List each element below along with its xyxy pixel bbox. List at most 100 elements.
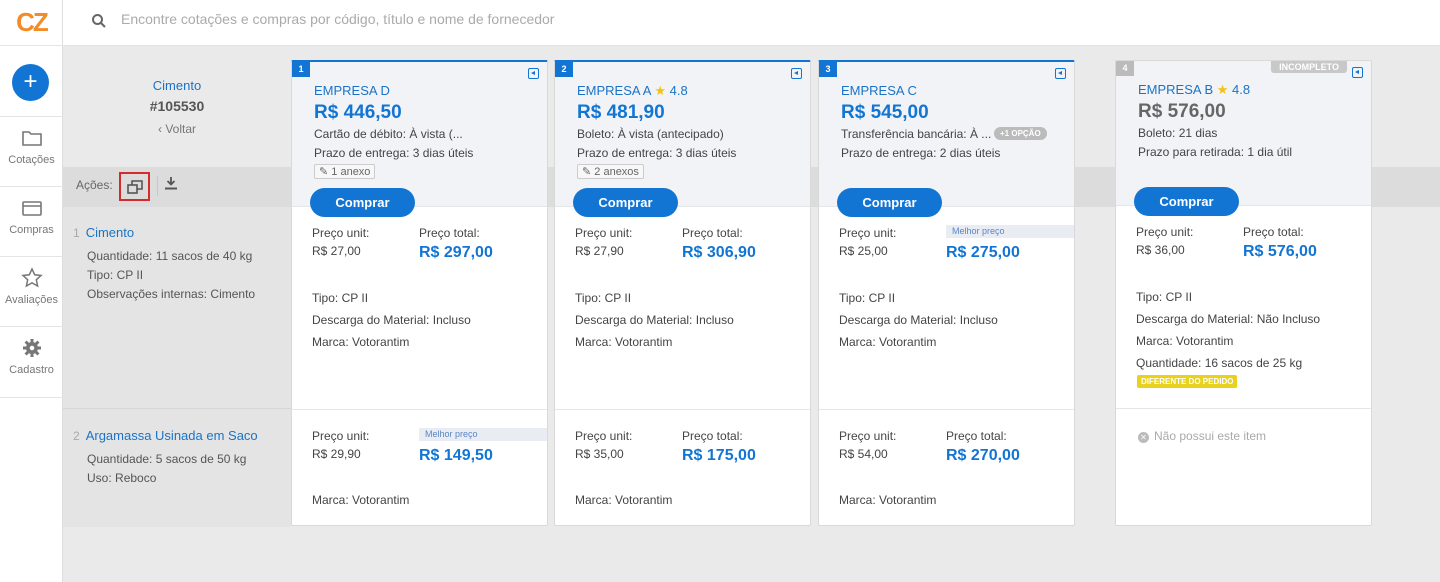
tipo-label: Tipo: [839, 291, 866, 305]
payment-terms: Boleto: À vista (antecipado) [577, 127, 724, 141]
nav-label: Compras [9, 224, 54, 236]
missing-item: ✕ Não possui este item [1138, 429, 1266, 443]
search-input[interactable] [121, 11, 821, 27]
detail-value: Reboco [115, 471, 157, 485]
unit-label: Preço unit: [839, 226, 897, 240]
copy-button[interactable] [119, 172, 150, 201]
tipo-label: Tipo: [312, 291, 339, 305]
marca-label: Marca: [575, 335, 612, 349]
supplier-name[interactable]: EMPRESA C [841, 83, 917, 98]
back-link[interactable]: ‹ Voltar [63, 122, 291, 136]
descarga-label: Descarga do Material: [1136, 312, 1254, 326]
item-title[interactable]: Cimento [86, 225, 134, 240]
topbar [63, 0, 1440, 46]
copy-icon [126, 179, 143, 194]
download-icon[interactable] [164, 176, 178, 190]
detail-key: Tipo: [87, 268, 114, 282]
card-badge: 3 [819, 62, 837, 77]
collapse-icon[interactable] [791, 68, 802, 79]
item-title[interactable]: Argamassa Usinada em Saco [86, 428, 258, 443]
marca-value: Votorantim [352, 493, 410, 507]
delivery-terms: Prazo de entrega: 3 dias úteis [577, 146, 737, 160]
total-label: Preço total: [682, 429, 743, 443]
delivery-terms: Prazo de entrega: 2 dias úteis [841, 146, 1001, 160]
sidebar: CZ + Cotações Compras Avaliações Cadastr… [0, 0, 63, 582]
nav-label: Cotações [8, 154, 55, 166]
nav-compras[interactable]: Compras [0, 186, 63, 256]
detail-value: 11 sacos de 40 kg [155, 249, 253, 263]
attachment-chip[interactable]: ✎ 1 anexo [314, 164, 376, 179]
tipo-value: CP II [868, 291, 896, 305]
descarga-label: Descarga do Material: [839, 313, 957, 327]
collapse-icon[interactable] [1055, 68, 1066, 79]
total-label: Preço total: [1243, 225, 1304, 239]
nav-cadastro[interactable]: Cadastro [0, 326, 63, 398]
item-argamassa: 2 Argamassa Usinada em Saco Quantidade: 5… [73, 426, 258, 488]
attachment-label: 1 anexo [331, 166, 371, 178]
nav-cotacoes[interactable]: Cotações [0, 116, 63, 186]
marca-value: Votorantim [879, 335, 937, 349]
total-price: R$ 275,00 [946, 244, 1020, 261]
marca-label: Marca: [839, 335, 876, 349]
best-price-tag: Melhor preço [946, 225, 1074, 238]
card-header: 4 INCOMPLETO EMPRESA B ★ 4.8 R$ 576,00 B… [1116, 61, 1371, 216]
star-icon: ★ [1216, 82, 1229, 97]
nav-label: Cadastro [9, 364, 54, 376]
supplier-card: 2 EMPRESA A ★ 4.8 R$ 481,90 Boleto: À vi… [554, 60, 811, 526]
collapse-icon[interactable] [1352, 67, 1363, 78]
marca-value: Votorantim [615, 493, 673, 507]
supplier-card: 1 EMPRESA D R$ 446,50 Cartão de débito: … [291, 60, 548, 526]
star-icon: ★ [654, 83, 666, 98]
more-options-badge[interactable]: +1 OPÇÃO [994, 127, 1047, 140]
unit-label: Preço unit: [575, 429, 633, 443]
buy-button[interactable]: Comprar [310, 188, 415, 217]
supplier-name[interactable]: EMPRESA A [577, 83, 651, 98]
payment-terms: Cartão de débito: À vista (... [314, 127, 463, 141]
attachment-chip[interactable]: ✎ 2 anexos [577, 164, 644, 179]
card-header: 3 EMPRESA C R$ 545,00 Transferência banc… [819, 62, 1074, 217]
marca-value: Votorantim [352, 335, 410, 349]
new-button[interactable]: + [12, 64, 49, 101]
unit-label: Preço unit: [1136, 225, 1194, 239]
unit-label: Preço unit: [575, 226, 633, 240]
supplier-name[interactable]: EMPRESA B [1138, 82, 1213, 97]
payment-terms: Boleto: 21 dias [1138, 126, 1218, 140]
total-price: R$ 576,00 [1243, 243, 1317, 260]
collapse-icon[interactable] [528, 68, 539, 79]
nav-avaliacoes[interactable]: Avaliações [0, 256, 63, 326]
card-price: R$ 481,90 [577, 102, 665, 123]
logo[interactable]: CZ [0, 0, 63, 46]
tipo-value: CP II [604, 291, 632, 305]
card-price: R$ 446,50 [314, 102, 402, 123]
supplier-name[interactable]: EMPRESA D [314, 83, 390, 98]
detail-value: CP II [116, 268, 144, 282]
unit-label: Preço unit: [839, 429, 897, 443]
buy-button[interactable]: Comprar [1134, 187, 1239, 216]
nav-label: Avaliações [5, 294, 58, 306]
card-price: R$ 545,00 [841, 102, 929, 123]
star-icon [20, 267, 43, 288]
unit-price: R$ 29,90 [312, 447, 361, 461]
descarga-label: Descarga do Material: [312, 313, 430, 327]
unit-label: Preço unit: [312, 226, 370, 240]
quote-header: Cimento #105530 ‹ Voltar [63, 78, 291, 136]
delivery-terms: Prazo de entrega: 3 dias úteis [314, 146, 474, 160]
marca-label: Marca: [312, 493, 349, 507]
missing-item-label: Não possui este item [1154, 429, 1267, 443]
marca-value: Votorantim [879, 493, 937, 507]
buy-button[interactable]: Comprar [573, 188, 678, 217]
paperclip-icon: ✎ [319, 166, 329, 178]
marca-value: Votorantim [1176, 334, 1234, 348]
buy-button[interactable]: Comprar [837, 188, 942, 217]
unit-price: R$ 25,00 [839, 244, 888, 258]
search-icon [92, 14, 106, 28]
quote-category[interactable]: Cimento [63, 78, 291, 93]
detail-value: 5 sacos de 50 kg [155, 452, 247, 466]
total-label: Preço total: [946, 429, 1007, 443]
total-price: R$ 175,00 [682, 447, 756, 464]
card-icon [21, 201, 42, 216]
descarga-value: Incluso [432, 313, 471, 327]
unit-price: R$ 35,00 [575, 447, 624, 461]
card-badge: 4 [1116, 61, 1134, 76]
quantidade-value: 16 sacos de 25 kg [1204, 356, 1303, 370]
